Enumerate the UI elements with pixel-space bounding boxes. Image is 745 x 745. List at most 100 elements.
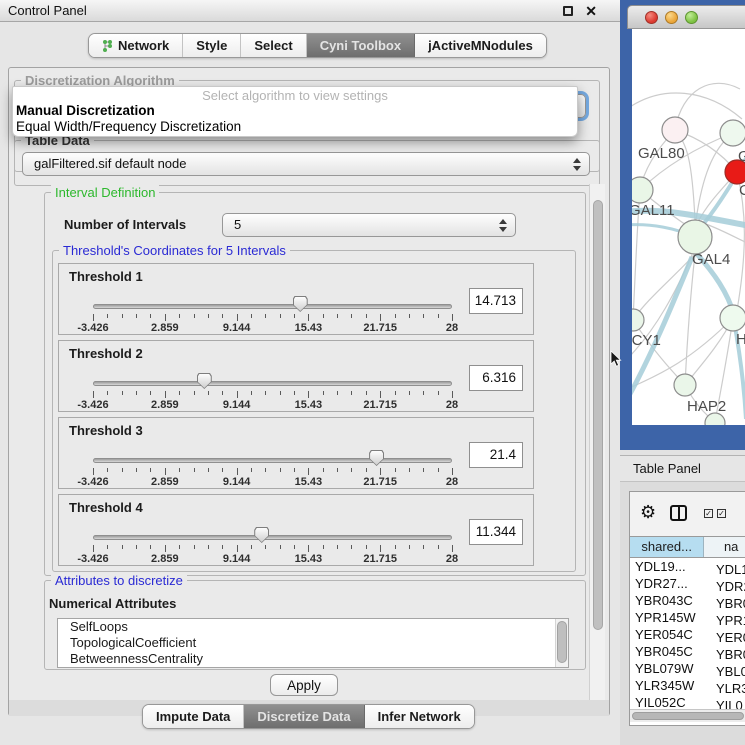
zoom-traffic-light[interactable]: [685, 11, 698, 24]
cell-shared-name[interactable]: YDR27...: [630, 576, 712, 591]
close-icon[interactable]: ✕: [585, 2, 597, 20]
threshold-value-field[interactable]: 21.4: [469, 442, 523, 468]
threshold-value-field[interactable]: 14.713: [469, 288, 523, 314]
column-header-shared-name[interactable]: shared...: [630, 537, 704, 557]
slider-track[interactable]: [93, 458, 452, 463]
tab-jactivemnodules[interactable]: jActiveMNodules: [415, 34, 546, 57]
slider-tick: [93, 314, 94, 321]
cell-name[interactable]: YIL0: [712, 698, 743, 709]
slider-thumb[interactable]: [197, 373, 212, 389]
table-row[interactable]: YIL052CYIL0: [630, 695, 745, 709]
threshold-value-field[interactable]: 6.316: [469, 365, 523, 391]
network-node[interactable]: [632, 309, 644, 331]
network-node[interactable]: [720, 305, 745, 331]
slider-tick: [122, 314, 123, 318]
slider-tick: [294, 468, 295, 472]
tab-cyni-toolbox[interactable]: Cyni Toolbox: [307, 34, 415, 57]
slider-tick-label: 28: [427, 476, 477, 488]
table-row[interactable]: YDR27...YDR2: [630, 576, 745, 593]
cell-name[interactable]: YER0: [712, 630, 745, 645]
table-row[interactable]: YDL19...YDL1: [630, 559, 745, 576]
slider-tick: [237, 468, 238, 475]
network-node[interactable]: [674, 374, 696, 396]
table-row[interactable]: YPR145WYPR1: [630, 610, 745, 627]
numerical-attributes-list[interactable]: SelfLoopsTopologicalCoefficientBetweenne…: [57, 618, 569, 668]
slider-tick: [438, 468, 439, 472]
slider-tick: [438, 545, 439, 549]
slider-tick: [409, 468, 410, 472]
algorithm-option-manual[interactable]: Manual Discretization: [13, 103, 577, 119]
minimize-traffic-light[interactable]: [665, 11, 678, 24]
network-node-label: GAL80: [638, 145, 685, 162]
cell-name[interactable]: YPR1: [712, 613, 745, 628]
cell-shared-name[interactable]: YIL052C: [630, 695, 712, 709]
slider-tick: [237, 314, 238, 321]
tab-network[interactable]: Network: [89, 34, 183, 57]
slider-tick: [366, 314, 367, 318]
tab-impute-data[interactable]: Impute Data: [143, 705, 244, 728]
list-scrollbar-thumb[interactable]: [557, 621, 567, 663]
tab-select[interactable]: Select: [241, 34, 306, 57]
table-row[interactable]: YBL079WYBL0: [630, 661, 745, 678]
panel-scrollbar-thumb[interactable]: [593, 200, 603, 630]
network-canvas[interactable]: GAL80GACGAL11GAL4GCY1HHAP2: [632, 29, 745, 425]
columns-icon[interactable]: [670, 505, 687, 521]
cell-shared-name[interactable]: YLR345W: [630, 678, 712, 693]
table-row[interactable]: YBR045CYBR0: [630, 644, 745, 661]
cell-name[interactable]: YBR0: [712, 596, 745, 611]
slider-thumb[interactable]: [293, 296, 308, 312]
cell-shared-name[interactable]: YBR045C: [630, 644, 712, 659]
network-node[interactable]: [662, 117, 688, 143]
cell-shared-name[interactable]: YPR145W: [630, 610, 712, 625]
algorithm-dropdown-popup: Select algorithm to view settings Manual…: [12, 86, 578, 137]
cell-shared-name[interactable]: YBL079W: [630, 661, 712, 676]
checkbox-icon[interactable]: ✓: [717, 509, 726, 518]
close-traffic-light[interactable]: [645, 11, 658, 24]
cell-shared-name[interactable]: YDL19...: [630, 559, 712, 574]
algorithm-hint-option[interactable]: Select algorithm to view settings: [13, 87, 577, 103]
network-node[interactable]: [632, 177, 653, 203]
table-h-scrollbar[interactable]: [630, 709, 745, 722]
slider-thumb[interactable]: [369, 450, 384, 466]
checkbox-icon[interactable]: ✓: [704, 509, 713, 518]
cell-name[interactable]: YLR3: [712, 681, 745, 696]
attribute-item-betweennesscentrality[interactable]: BetweennessCentrality: [58, 651, 568, 667]
cell-name[interactable]: YBL0: [712, 664, 745, 679]
table-row[interactable]: YBR043CYBR0: [630, 593, 745, 610]
network-window-titlebar[interactable]: [627, 5, 745, 29]
threshold-value-field[interactable]: 11.344: [469, 519, 523, 545]
gear-icon[interactable]: ⚙: [640, 502, 656, 522]
apply-button[interactable]: Apply: [270, 674, 338, 696]
table-row[interactable]: YER054CYER0: [630, 627, 745, 644]
tab-label: Impute Data: [156, 709, 230, 724]
algorithm-option-equal-width[interactable]: Equal Width/Frequency Discretization: [13, 119, 577, 135]
network-node[interactable]: [720, 120, 745, 146]
cell-shared-name[interactable]: YER054C: [630, 627, 712, 642]
slider-tick: [136, 314, 137, 318]
network-node[interactable]: [678, 220, 712, 254]
column-header-name[interactable]: na: [704, 537, 745, 557]
tab-infer-network[interactable]: Infer Network: [365, 705, 474, 728]
float-window-icon[interactable]: [563, 6, 573, 16]
attribute-item-selfloops[interactable]: SelfLoops: [58, 619, 568, 635]
cell-shared-name[interactable]: YBR043C: [630, 593, 712, 608]
slider-track[interactable]: [93, 381, 452, 386]
table-data-combobox[interactable]: galFiltered.sif default node: [22, 152, 590, 176]
panel-scrollbar[interactable]: [589, 184, 605, 700]
attribute-item-topologicalcoefficient[interactable]: TopologicalCoefficient: [58, 635, 568, 651]
number-of-intervals-value: 5: [234, 217, 241, 232]
table-h-scrollbar-thumb[interactable]: [632, 712, 744, 720]
number-of-intervals-combobox[interactable]: 5: [222, 213, 516, 237]
table-row[interactable]: YLR345WYLR3: [630, 678, 745, 695]
slider-thumb[interactable]: [254, 527, 269, 543]
list-scrollbar[interactable]: [555, 619, 568, 667]
cell-name[interactable]: YDL1: [712, 562, 745, 577]
tab-discretize-data[interactable]: Discretize Data: [244, 705, 364, 728]
cell-name[interactable]: YDR2: [712, 579, 745, 594]
slider-track[interactable]: [93, 535, 452, 540]
slider-track[interactable]: [93, 304, 452, 309]
slider-tick: [222, 468, 223, 472]
cell-name[interactable]: YBR0: [712, 647, 745, 662]
slider-tick-label: 9.144: [212, 399, 262, 411]
tab-style[interactable]: Style: [183, 34, 241, 57]
